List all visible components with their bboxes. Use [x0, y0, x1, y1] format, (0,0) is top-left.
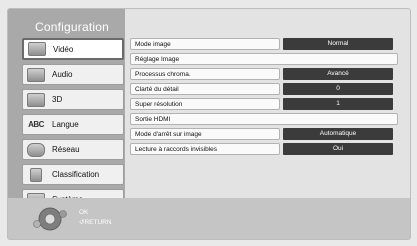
page-title: Configuration [35, 20, 109, 34]
setting-label: Super résolution [130, 98, 280, 110]
menu-item-label: Vidéo [53, 44, 74, 54]
menu-item-3d[interactable]: 3D [22, 89, 124, 110]
setting-label: Sortie HDMI [130, 113, 398, 125]
setting-row-picture-adjustment[interactable]: Réglage Image [130, 53, 398, 65]
menu-item-label: Réseau [52, 145, 80, 154]
network-icon [26, 142, 46, 157]
setting-value: 0 [283, 83, 393, 95]
setting-row-chroma-process[interactable]: Processus chroma. Avancé [130, 68, 398, 80]
menu-item-label: Audio [52, 70, 73, 79]
setting-label: Mode image [130, 38, 280, 50]
3d-icon [26, 92, 46, 107]
menu-item-video[interactable]: Vidéo [22, 38, 124, 60]
setting-value: Avancé [283, 68, 393, 80]
language-icon: ABC [28, 120, 44, 129]
setting-value: Automatique [283, 128, 393, 140]
menu-item-audio[interactable]: Audio [22, 64, 124, 85]
setting-value: Normal [283, 38, 393, 50]
menu-item-label: 3D [52, 95, 63, 104]
setting-row-hdmi-output[interactable]: Sortie HDMI [130, 113, 398, 125]
footer-bar: OK ↺RETURN [8, 198, 410, 239]
setting-label: Mode d'arrêt sur image [130, 128, 280, 140]
footer-hints: OK ↺RETURN [79, 208, 112, 228]
remote-dpad-icon [30, 206, 70, 232]
setting-row-detail-clarity[interactable]: Clarté du détail 0 [130, 83, 398, 95]
menu-item-network[interactable]: Réseau [22, 139, 124, 160]
ok-hint: OK [79, 209, 89, 216]
setting-row-picture-mode[interactable]: Mode image Normal [130, 38, 398, 50]
setting-label: Clarté du détail [130, 83, 280, 95]
settings-pane: Mode image Normal Réglage Image Processu… [125, 9, 410, 198]
menu-item-language[interactable]: ABC Langue [22, 114, 124, 135]
settings-window: Configuration Vidéo Audio 3D ABC Langue … [7, 8, 411, 240]
setting-row-seamless-play[interactable]: Lecture à raccords invisibles Oui [130, 143, 398, 155]
return-hint: ↺RETURN [79, 218, 112, 228]
setting-row-still-mode[interactable]: Mode d'arrêt sur image Automatique [130, 128, 398, 140]
menu-item-classification[interactable]: Classification [22, 164, 124, 185]
category-menu: Vidéo Audio 3D ABC Langue Réseau Classif… [22, 38, 124, 214]
setting-label: Processus chroma. [130, 68, 280, 80]
setting-label: Réglage Image [130, 53, 398, 65]
setting-row-super-resolution[interactable]: Super résolution 1 [130, 98, 398, 110]
lock-icon [26, 167, 46, 182]
setting-value: 1 [283, 98, 393, 110]
setting-value: Oui [283, 143, 393, 155]
settings-list: Mode image Normal Réglage Image Processu… [130, 38, 398, 158]
menu-item-label: Classification [52, 170, 100, 179]
return-hint-label: RETURN [84, 219, 112, 226]
left-pane: Configuration Vidéo Audio 3D ABC Langue … [8, 9, 125, 210]
setting-label: Lecture à raccords invisibles [130, 143, 280, 155]
menu-item-label: Langue [52, 120, 79, 129]
audio-icon [26, 67, 46, 82]
video-icon [27, 42, 47, 57]
